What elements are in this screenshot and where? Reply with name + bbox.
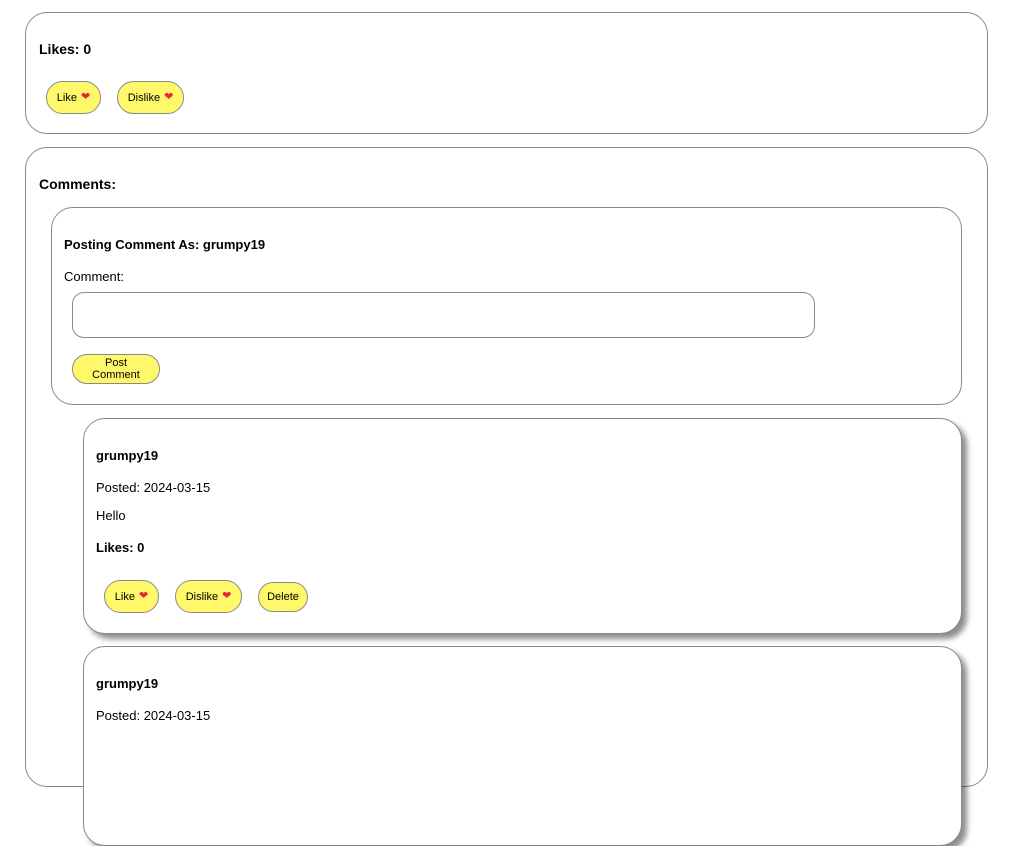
- post-like-button[interactable]: Like ❤: [46, 81, 101, 114]
- comment-input[interactable]: [72, 292, 815, 338]
- comment-dislike-button[interactable]: Dislike ❤: [175, 580, 242, 613]
- dislike-button-label: Dislike: [127, 91, 161, 104]
- comment-date: Posted: 2024-03-15: [96, 708, 211, 723]
- comment-date: Posted: 2024-03-15: [96, 480, 211, 495]
- comment-composer: Posting Comment As: grumpy19 Comment: Po…: [51, 207, 962, 405]
- like-button-label: Like: [114, 590, 135, 603]
- comment-item: grumpy19 Posted: 2024-03-15 Hello Likes:…: [83, 418, 962, 634]
- like-button-label: Like: [56, 91, 77, 104]
- post-likes-panel: Likes: 0 Like ❤ Dislike ❤: [25, 12, 988, 134]
- comment-author: grumpy19: [96, 448, 159, 463]
- comment-item: grumpy19 Posted: 2024-03-15: [83, 646, 962, 846]
- comment-likes-count: Likes: 0: [96, 540, 145, 555]
- delete-button-label: Delete: [267, 591, 299, 603]
- posting-as-label: Posting Comment As: grumpy19: [64, 237, 266, 252]
- comment-author: grumpy19: [96, 676, 159, 691]
- post-comment-button[interactable]: Post Comment: [72, 354, 160, 384]
- comment-like-button[interactable]: Like ❤: [104, 580, 159, 613]
- broken-heart-icon: ❤: [222, 590, 232, 602]
- heart-icon: ❤: [138, 590, 149, 602]
- broken-heart-icon: ❤: [164, 91, 174, 103]
- post-comment-label: Post Comment: [92, 357, 140, 381]
- comments-heading: Comments:: [39, 176, 117, 192]
- heart-icon: ❤: [80, 91, 91, 103]
- post-likes-count: Likes: 0: [39, 41, 92, 57]
- comment-field-label: Comment:: [64, 269, 124, 284]
- comment-body: Hello: [96, 508, 126, 523]
- dislike-button-label: Dislike: [185, 590, 219, 603]
- post-dislike-button[interactable]: Dislike ❤: [117, 81, 184, 114]
- comment-delete-button[interactable]: Delete: [258, 582, 308, 612]
